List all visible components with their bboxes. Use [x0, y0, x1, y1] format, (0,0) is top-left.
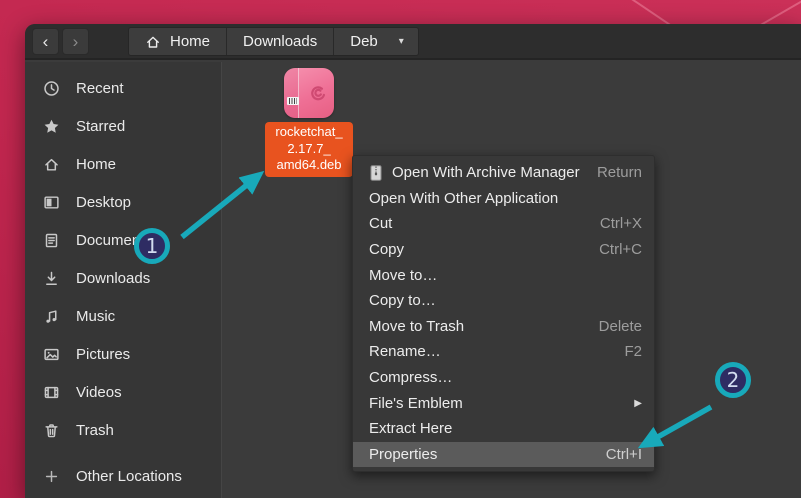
forward-button[interactable]: › — [62, 28, 89, 55]
deb-package-icon — [284, 68, 334, 118]
menu-item-label: Cut — [369, 215, 392, 232]
sidebar-item-other-locations[interactable]: Other Locations — [25, 457, 221, 495]
sidebar-item-documents[interactable]: Documents — [25, 221, 221, 259]
sidebar-item-label: Desktop — [76, 194, 131, 211]
menu-item-shortcut: Ctrl+X — [600, 215, 642, 232]
chevron-down-icon[interactable]: ▾ — [399, 36, 404, 47]
home-icon — [145, 34, 161, 50]
menu-item-properties[interactable]: Properties Ctrl+I — [353, 442, 654, 468]
menu-item-open-with-other-application[interactable]: Open With Other Application — [353, 186, 654, 212]
breadcrumb-label: Deb — [350, 33, 378, 50]
sidebar-item-videos[interactable]: Videos — [25, 373, 221, 411]
menu-item-label: File's Emblem — [369, 395, 463, 412]
annotation-step-2-badge: 2 — [715, 362, 751, 398]
context-menu: Open With Archive Manager Return Open Wi… — [352, 155, 655, 472]
downloads-icon — [43, 270, 60, 287]
menu-item-copy-to[interactable]: Copy to… — [353, 288, 654, 314]
starred-icon — [43, 118, 60, 135]
sidebar-item-label: Music — [76, 308, 115, 325]
headerbar: ‹ › Home Downloads Deb ▾ — [25, 24, 801, 60]
pictures-icon — [43, 346, 60, 363]
sidebar-item-label: Videos — [76, 384, 122, 401]
sidebar-item-label: Recent — [76, 80, 124, 97]
menu-item-label: Copy — [369, 241, 404, 258]
videos-icon — [43, 384, 60, 401]
menu-item-extract-here[interactable]: Extract Here — [353, 416, 654, 442]
menu-item-shortcut: Return — [597, 164, 642, 181]
sidebar-item-label: Trash — [76, 422, 114, 439]
deb-icon-stripe — [284, 68, 299, 118]
sidebar-item-label: Downloads — [76, 270, 150, 287]
sidebar: Recent Starred Home Desktop — [25, 62, 222, 498]
annotation-step-1-badge: 1 — [134, 228, 170, 264]
menu-item-shortcut: Delete — [599, 318, 642, 335]
documents-icon — [43, 232, 60, 249]
breadcrumb: Home Downloads Deb ▾ — [128, 27, 419, 56]
menu-item-label: Extract Here — [369, 420, 452, 437]
menu-item-label: Copy to… — [369, 292, 436, 309]
archive-manager-icon — [369, 165, 383, 181]
sidebar-item-recent[interactable]: Recent — [25, 69, 221, 107]
file-item-rocketchat-deb[interactable]: rocketchat_ 2.17.7_ amd64.deb — [265, 68, 353, 177]
menu-item-files-emblem[interactable]: File's Emblem ▶ — [353, 390, 654, 416]
recent-icon — [43, 80, 60, 97]
menu-item-label: Properties — [369, 446, 437, 463]
menu-item-label: Rename… — [369, 343, 441, 360]
breadcrumb-home[interactable]: Home — [129, 28, 227, 55]
menu-item-label: Open With Other Application — [369, 190, 558, 207]
menu-item-label: Open With Archive Manager — [392, 164, 580, 181]
file-name-line: amd64.deb — [267, 157, 351, 174]
sidebar-list: Recent Starred Home Desktop — [25, 62, 221, 449]
file-name-line: rocketchat_ — [267, 124, 351, 141]
menu-item-shortcut: Ctrl+C — [599, 241, 642, 258]
desktop-icon — [43, 194, 60, 211]
menu-item-label: Move to… — [369, 267, 437, 284]
menu-item-cut[interactable]: Cut Ctrl+X — [353, 211, 654, 237]
sidebar-item-label: Pictures — [76, 346, 130, 363]
breadcrumb-label: Home — [170, 33, 210, 50]
back-button[interactable]: ‹ — [32, 28, 59, 55]
sidebar-item-desktop[interactable]: Desktop — [25, 183, 221, 221]
sidebar-item-label: Home — [76, 156, 116, 173]
menu-item-shortcut: Ctrl+I — [606, 446, 642, 463]
music-icon — [43, 308, 60, 325]
menu-item-compress[interactable]: Compress… — [353, 365, 654, 391]
breadcrumb-downloads[interactable]: Downloads — [227, 28, 334, 55]
file-name-label: rocketchat_ 2.17.7_ amd64.deb — [265, 122, 353, 177]
breadcrumb-deb-current[interactable]: Deb ▾ — [334, 28, 418, 55]
sidebar-item-home[interactable]: Home — [25, 145, 221, 183]
home-icon — [43, 156, 60, 173]
menu-item-label: Compress… — [369, 369, 452, 386]
sidebar-item-trash[interactable]: Trash — [25, 411, 221, 449]
sidebar-item-starred[interactable]: Starred — [25, 107, 221, 145]
sidebar-item-label: Other Locations — [76, 468, 182, 485]
menu-item-open-with-archive-manager[interactable]: Open With Archive Manager Return — [353, 160, 654, 186]
file-name-line: 2.17.7_ — [267, 141, 351, 158]
menu-item-move-to-trash[interactable]: Move to Trash Delete — [353, 314, 654, 340]
menu-item-label: Move to Trash — [369, 318, 464, 335]
trash-icon — [43, 422, 60, 439]
menu-item-shortcut: F2 — [624, 343, 642, 360]
menu-item-copy[interactable]: Copy Ctrl+C — [353, 237, 654, 263]
plus-icon — [43, 468, 60, 485]
breadcrumb-label: Downloads — [243, 33, 317, 50]
submenu-arrow-icon: ▶ — [634, 398, 642, 409]
debian-swirl-icon — [307, 83, 329, 105]
barcode-icon — [287, 97, 299, 105]
sidebar-item-downloads[interactable]: Downloads — [25, 259, 221, 297]
menu-item-rename[interactable]: Rename… F2 — [353, 339, 654, 365]
sidebar-item-pictures[interactable]: Pictures — [25, 335, 221, 373]
sidebar-item-label: Starred — [76, 118, 125, 135]
sidebar-item-music[interactable]: Music — [25, 297, 221, 335]
menu-item-move-to[interactable]: Move to… — [353, 262, 654, 288]
